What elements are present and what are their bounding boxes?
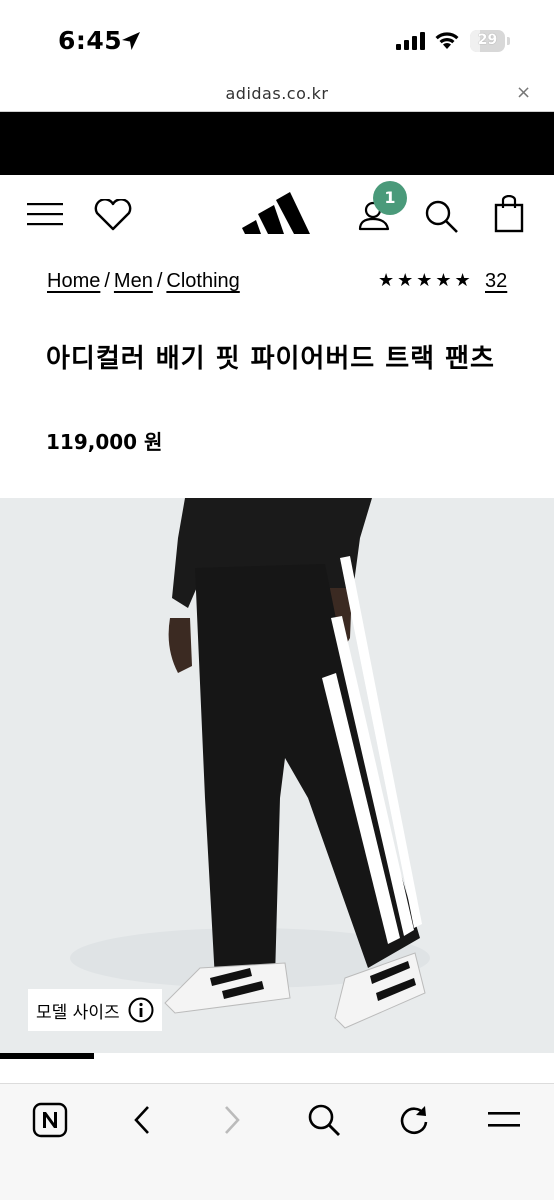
location-arrow-icon [122,32,140,50]
product-title: 아디컬러 배기 핏 파이어버드 트랙 팬츠 [46,344,495,374]
search-icon[interactable] [424,199,460,235]
site-header [0,175,554,255]
battery-percent: 29 [477,32,498,48]
reload-icon[interactable] [396,1102,432,1138]
model-size-label: 모델 사이즈 [36,1002,120,1023]
review-count[interactable]: 32 [485,270,507,293]
product-photo [70,498,430,1029]
url-bar[interactable]: adidas.co.kr × [0,80,554,112]
product-price: 119,000 원 [46,430,163,454]
model-size-button[interactable]: 모델 사이즈 [28,989,162,1031]
status-time: 6:45 [58,26,123,55]
info-icon [128,997,154,1023]
adidas-logo[interactable] [242,192,312,236]
breadcrumb-men[interactable]: Men [114,270,153,292]
wishlist-heart-icon[interactable] [93,199,133,231]
status-bar: 6:45 29 [0,0,554,80]
promo-banner[interactable] [0,112,554,175]
search-icon[interactable] [306,1102,342,1138]
close-icon[interactable]: × [516,82,531,103]
battery-icon: 29 [470,30,510,52]
breadcrumb-home[interactable]: Home [47,270,100,292]
breadcrumb: Home / Men / Clothing [47,270,240,293]
battery-cap [507,37,510,45]
back-arrow-icon[interactable] [128,1102,156,1138]
forward-arrow-icon[interactable] [218,1102,246,1138]
breadcrumb-clothing[interactable]: Clothing [166,270,239,292]
url-domain[interactable]: adidas.co.kr [0,84,554,103]
product-image[interactable] [0,498,554,1053]
signal-icon [396,32,425,50]
account-badge[interactable]: 1 [373,181,407,215]
naver-n-icon[interactable] [32,1102,68,1138]
rating-stars[interactable]: ★★★★★ [378,270,474,291]
wifi-icon [435,32,459,49]
breadcrumb-separator: / [156,270,163,292]
bag-icon[interactable] [494,195,524,233]
browser-toolbar [0,1083,554,1200]
menu-icon[interactable] [27,202,63,226]
gallery-progress-bar [0,1053,94,1059]
menu-icon[interactable] [486,1102,522,1138]
breadcrumb-separator: / [104,270,110,292]
